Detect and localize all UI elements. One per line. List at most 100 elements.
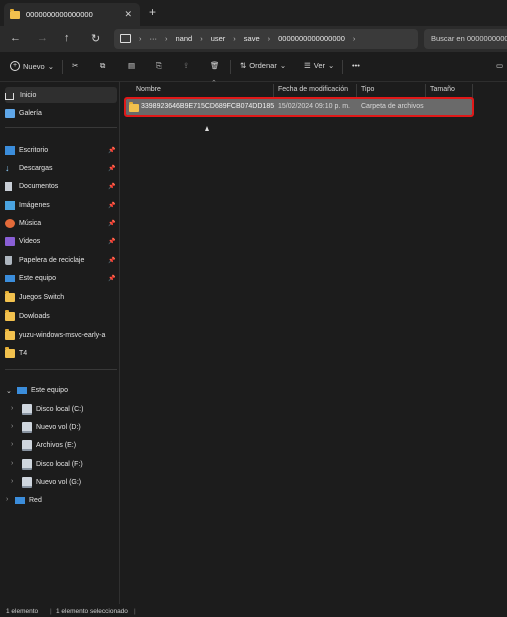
view-label: Ver (313, 61, 325, 70)
pin-icon[interactable]: 📌 (108, 202, 115, 209)
close-tab-icon[interactable]: ✕ (124, 9, 132, 20)
divider (5, 127, 117, 128)
sidebar-item-music[interactable]: Música (5, 215, 41, 231)
sidebar-item-label: T4 (19, 349, 28, 357)
table-row[interactable]: 3398923646B9E715CD689FCB074DD185 15/02/2… (124, 97, 474, 117)
sidebar-item-label: Archivos (E:) (36, 441, 77, 449)
column-divider[interactable] (356, 84, 357, 98)
breadcrumb-item[interactable]: save (244, 34, 260, 43)
pin-icon[interactable]: 📌 (108, 275, 115, 282)
item-count: 1 elemento (6, 608, 39, 615)
sidebar-item-desktop[interactable]: Escritorio (5, 142, 48, 158)
chevron-right-icon[interactable]: › (11, 405, 13, 412)
sidebar-item-downloads[interactable]: ↓ Descargas (5, 160, 52, 176)
chevron-right-icon[interactable]: › (11, 460, 13, 467)
chevron-right-icon: › (233, 34, 236, 43)
recycle-bin-icon (5, 255, 12, 265)
tab-title: 0000000000000000 (26, 10, 93, 19)
sidebar-item-pictures[interactable]: Imágenes (5, 197, 50, 213)
gallery-icon (5, 108, 15, 118)
chevron-right-icon: › (267, 34, 271, 43)
column-header-modified[interactable]: Fecha de modificación (278, 86, 348, 93)
back-icon[interactable]: ← (10, 32, 21, 44)
chevron-right-icon[interactable]: › (11, 423, 13, 430)
view-button[interactable]: ☰ Ver ⌄ (304, 61, 334, 70)
column-header-size[interactable]: Tamaño (430, 86, 455, 93)
delete-icon[interactable]: 🗑 (210, 61, 220, 70)
folder-icon (5, 328, 15, 340)
column-divider[interactable] (273, 84, 274, 98)
column-divider[interactable] (425, 84, 426, 98)
sidebar-item-videos[interactable]: Videos (5, 233, 40, 249)
pin-icon[interactable]: 📌 (108, 220, 115, 227)
divider (62, 60, 63, 74)
sidebar-item-drive[interactable]: Disco local (F:) (22, 456, 83, 472)
copy-icon[interactable]: ⧉ (100, 61, 105, 71)
sidebar-item-drive[interactable]: Archivos (E:) (22, 437, 76, 453)
column-header-type[interactable]: Tipo (361, 86, 374, 93)
folder-icon (129, 102, 139, 112)
sidebar-item-drive[interactable]: Nuevo vol (D:) (22, 419, 81, 435)
new-tab-button[interactable]: + (149, 5, 156, 19)
title-bar: 0000000000000000 ✕ + (0, 0, 507, 26)
more-options-button[interactable]: ••• (352, 61, 360, 70)
sidebar-item-gallery[interactable]: Galería (5, 105, 42, 121)
cut-icon[interactable]: ✂ (72, 61, 78, 70)
chevron-right-icon[interactable]: › (353, 34, 356, 43)
new-button[interactable]: + Nuevo ⌄ (10, 61, 54, 71)
pin-icon[interactable]: 📌 (108, 147, 115, 154)
pin-icon[interactable]: 📌 (108, 183, 115, 190)
divider (230, 60, 231, 74)
refresh-icon[interactable]: ↻ (91, 32, 100, 45)
sort-button[interactable]: ⇅ Ordenar ⌄ (240, 61, 286, 70)
sidebar-item-folder[interactable]: Dowloads (5, 308, 50, 324)
breadcrumb-item[interactable]: nand (176, 34, 193, 43)
sidebar-item-network[interactable]: Red (15, 492, 42, 508)
chevron-down-icon[interactable]: ⌄ (6, 387, 12, 395)
drive-icon (22, 439, 32, 451)
rename-icon[interactable]: ⎘ (156, 61, 162, 71)
computer-icon (5, 274, 15, 282)
pin-icon[interactable]: 📌 (108, 165, 115, 172)
sidebar-item-drive[interactable]: Nuevo vol (G:) (22, 474, 81, 490)
share-icon[interactable]: ⇪ (183, 61, 189, 70)
up-icon[interactable]: ↑ (64, 32, 70, 44)
sidebar-item-recycle-bin[interactable]: Papelera de reciclaje (5, 252, 84, 268)
music-icon (5, 218, 15, 228)
sidebar-item-folder[interactable]: Juegos Switch (5, 289, 64, 305)
search-input[interactable]: Buscar en 0000000000000000 (424, 29, 507, 49)
details-pane-icon[interactable]: ▭ (496, 61, 503, 70)
sort-label: Ordenar (249, 61, 277, 70)
sidebar-item-documents[interactable]: Documentos (5, 178, 58, 194)
chevron-right-icon[interactable]: › (11, 441, 13, 448)
tab-current-folder[interactable]: 0000000000000000 ✕ (4, 3, 140, 26)
plus-circle-icon: + (10, 61, 20, 71)
paste-icon[interactable]: ▤ (128, 61, 135, 70)
sidebar-item-drive[interactable]: Disco local (C:) (22, 401, 83, 417)
sidebar-item-folder[interactable]: T4 (5, 345, 27, 361)
file-name: 3398923646B9E715CD689FCB074DD185 (141, 103, 275, 110)
home-icon (5, 92, 14, 100)
pin-icon[interactable]: 📌 (108, 257, 115, 264)
sidebar-item-this-pc[interactable]: Este equipo (17, 382, 68, 398)
sidebar-item-folder[interactable]: yuzu-windows-msvc-early-a (5, 327, 105, 343)
document-icon (5, 181, 12, 191)
sidebar-item-label: Disco local (C:) (36, 405, 84, 413)
column-header-name[interactable]: Nombre (136, 86, 161, 93)
breadcrumb-item[interactable]: user (211, 34, 226, 43)
chevron-right-icon[interactable]: › (6, 496, 8, 503)
address-field[interactable]: › ··· › nand › user › save › 00000000000… (114, 29, 418, 49)
breadcrumb-more[interactable]: ··· (150, 34, 158, 43)
sidebar-item-label: Este equipo (19, 274, 56, 282)
forward-icon[interactable]: → (37, 32, 48, 44)
column-divider[interactable] (472, 84, 473, 98)
sidebar-item-home[interactable]: Inicio (5, 87, 117, 103)
sidebar-item-this-pc-pinned[interactable]: Este equipo (5, 270, 56, 286)
breadcrumb-item[interactable]: 0000000000000000 (278, 34, 345, 43)
file-modified: 15/02/2024 09:10 p. m. (278, 103, 350, 110)
pin-icon[interactable]: 📌 (108, 238, 115, 245)
drive-icon (22, 476, 32, 488)
sidebar-item-label: Red (29, 496, 42, 504)
chevron-down-icon: ⌄ (328, 61, 335, 70)
chevron-right-icon[interactable]: › (11, 478, 13, 485)
